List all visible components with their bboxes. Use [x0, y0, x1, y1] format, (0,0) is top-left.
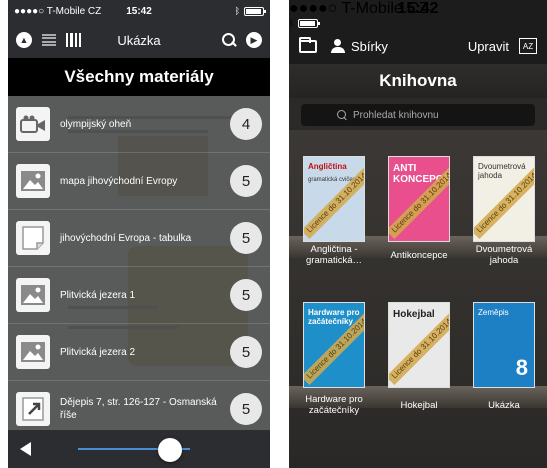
book-cover[interactable]: Hardware pro začátečníky Licence do 31.1… — [303, 302, 365, 388]
library-icon[interactable] — [66, 33, 81, 47]
book-cover[interactable]: Hokejbal Licence do 31.10.2014 — [388, 302, 450, 388]
page-link-icon — [16, 392, 50, 426]
item-label: olympijský oheň — [60, 118, 132, 130]
item-count-badge: 5 — [230, 165, 262, 197]
item-count-badge: 5 — [230, 336, 262, 368]
up-arrow-icon[interactable]: ▲ — [16, 32, 32, 48]
carrier-label: ●●●●○ T-Mobile CZ — [14, 5, 102, 17]
search-input[interactable]: Prohledat knihovnu — [301, 104, 535, 126]
right-screen: ●●●●○ T-Mobile CZ 15:42 ᛒ Sbírky Upravit… — [289, 0, 547, 468]
materials-panel: olympijský oheň 4 mapa jihovýchodní Evro… — [8, 96, 270, 430]
status-bar: ●●●●○ T-Mobile CZ 15:42 ᛒ — [8, 0, 270, 22]
status-bar: ●●●●○ T-Mobile CZ 15:42 ᛒ — [289, 0, 547, 28]
item-count-badge: 4 — [230, 108, 262, 140]
materials-header: Všechny materiály — [8, 58, 270, 96]
collections-button[interactable]: Sbírky — [351, 39, 388, 54]
page-icon — [16, 221, 50, 255]
item-count-badge: 5 — [230, 279, 262, 311]
slider-thumb[interactable] — [157, 438, 182, 462]
book-title: Hardware pro začátečníky — [305, 394, 363, 417]
bookshelf: Angličtina gramatická cvičení Licence do… — [289, 130, 547, 468]
book-cover[interactable]: Zeměpis 8 — [473, 302, 535, 388]
book-title: Antikoncepce — [390, 250, 448, 261]
item-count-badge: 5 — [230, 222, 262, 254]
list-item[interactable]: mapa jihovýchodní Evropy 5 — [8, 153, 270, 210]
image-icon — [16, 164, 50, 198]
book-cover[interactable]: ANTI KONCEPCE Licence do 31.10.2014 — [388, 156, 450, 242]
list-item[interactable]: Plitvická jezera 1 5 — [8, 267, 270, 324]
search-placeholder: Prohledat knihovnu — [353, 109, 439, 121]
item-label: Dějepis 7, str. 126-127 - Osmanská říše — [60, 397, 217, 421]
list-item[interactable]: jihovýchodní Evropa - tabulka 5 — [8, 210, 270, 267]
top-navbar: ▲ Ukázka ▶ — [8, 22, 270, 58]
left-screen: ●●●●○ T-Mobile CZ 15:42 ᛒ ▲ Ukázka ▶ Vše… — [8, 0, 270, 468]
item-label: Plitvická jezera 1 — [60, 289, 136, 301]
top-navbar: Sbírky Upravit AZ — [289, 28, 547, 64]
book-title: Ukázka — [488, 400, 520, 411]
item-label: mapa jihovýchodní Evropy — [60, 175, 178, 187]
book-title: Hokejbal — [400, 400, 438, 411]
battery-icon — [298, 18, 321, 28]
search-icon — [337, 110, 347, 120]
play-icon[interactable]: ▶ — [246, 32, 262, 48]
list-icon[interactable] — [42, 34, 56, 46]
video-camera-icon — [16, 107, 50, 141]
book-cover[interactable]: Angličtina gramatická cvičení Licence do… — [303, 156, 365, 242]
edit-button[interactable]: Upravit — [468, 39, 509, 54]
list-item[interactable]: Dějepis 7, str. 126-127 - Osmanská říše … — [8, 381, 270, 430]
folder-icon[interactable] — [299, 36, 317, 53]
carrier-label: ●●●●○ T-Mobile CZ — [289, 0, 429, 17]
list-item[interactable]: olympijský oheň 4 — [8, 96, 270, 153]
image-icon — [16, 278, 50, 312]
book-title: Dvoumetrová jahoda — [475, 244, 533, 267]
list-item[interactable]: Plitvická jezera 2 5 — [8, 324, 270, 381]
item-label: Plitvická jezera 2 — [60, 346, 136, 358]
sort-az-icon[interactable]: AZ — [519, 38, 537, 54]
bluetooth-icon: ᛒ — [234, 6, 240, 16]
book-title: Angličtina - gramatická… — [306, 244, 362, 267]
collections-icon[interactable] — [331, 39, 345, 53]
bluetooth-icon: ᛒ — [289, 18, 295, 28]
item-count-badge: 5 — [230, 393, 262, 425]
bottom-toolbar — [8, 430, 270, 468]
book-cover[interactable]: Dvoumetrová jahoda Licence do 31.10.2014 — [473, 156, 535, 242]
back-arrow-icon[interactable] — [20, 442, 31, 456]
item-label: jihovýchodní Evropa - tabulka — [60, 232, 192, 244]
materials-list: olympijský oheň 4 mapa jihovýchodní Evro… — [8, 96, 270, 430]
battery-icon — [244, 6, 266, 16]
image-icon — [16, 335, 50, 369]
library-title: Knihovna — [289, 64, 547, 98]
search-icon[interactable] — [222, 33, 236, 47]
